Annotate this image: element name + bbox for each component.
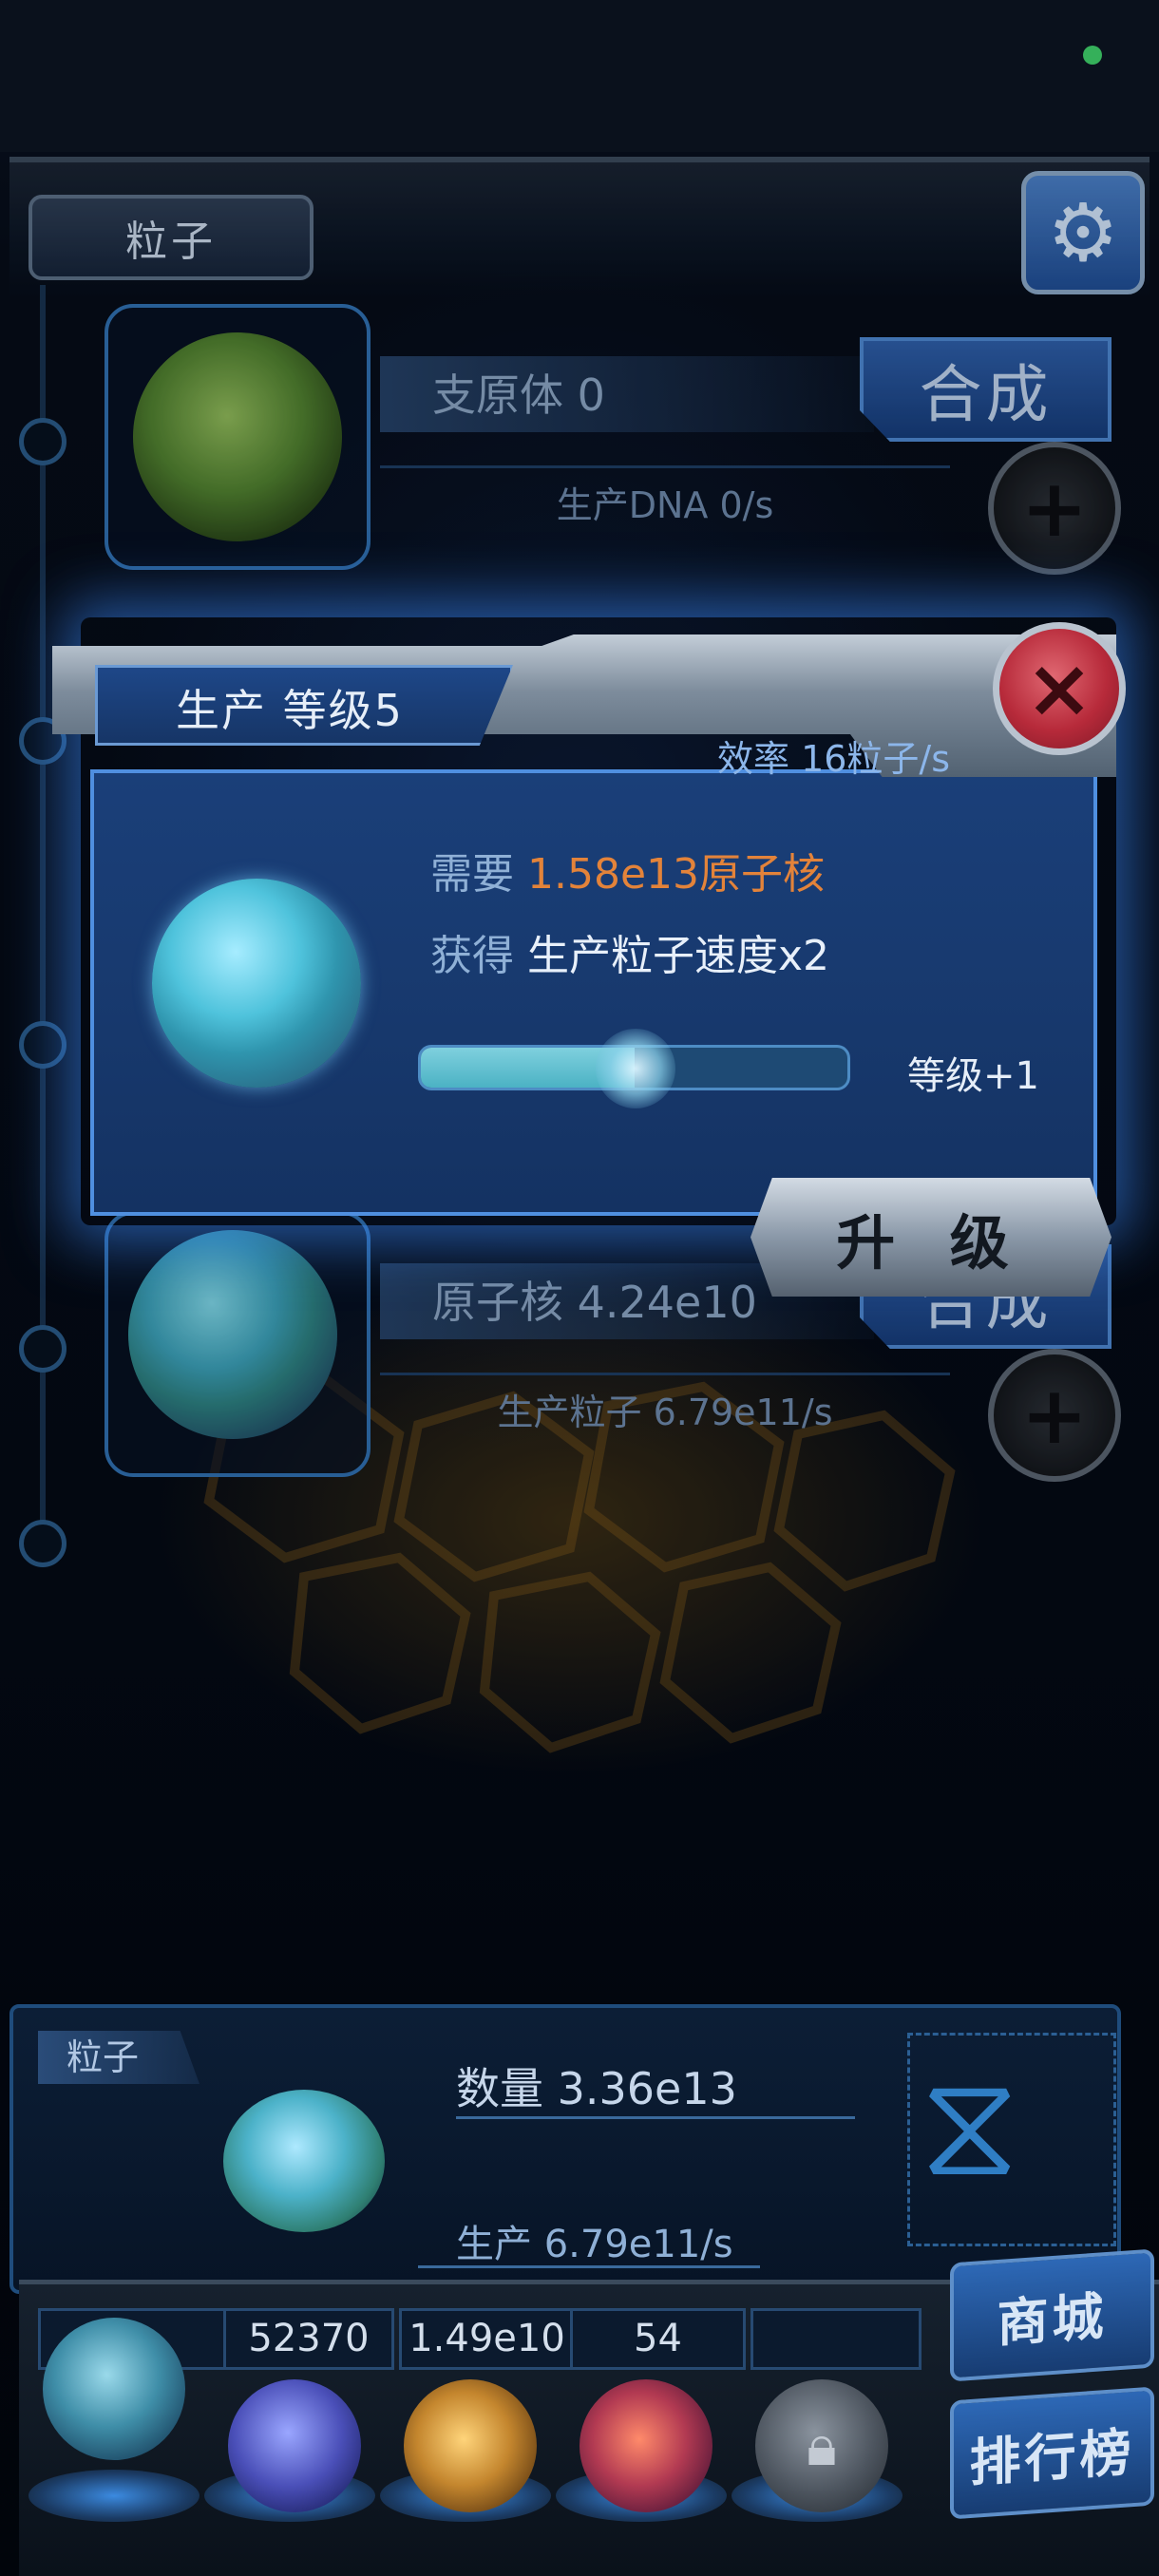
nucleus-orb xyxy=(152,879,361,1088)
close-icon: × xyxy=(1024,641,1094,736)
shop-button[interactable]: 商城 xyxy=(950,2248,1154,2382)
requirement-value: 1.58e13原子核 xyxy=(527,850,826,899)
upgrade-label: 升 级 xyxy=(836,1207,1026,1278)
close-button[interactable]: × xyxy=(993,622,1126,755)
slot-galaxy[interactable] xyxy=(404,2379,537,2512)
slot-pedestal xyxy=(28,2470,200,2522)
particle-count: 数量 3.36e13 xyxy=(456,2063,737,2114)
slider-handle[interactable] xyxy=(596,1029,675,1108)
slot-brain[interactable] xyxy=(580,2379,712,2512)
particle-orb xyxy=(223,2090,385,2232)
modal-title: 生产 等级5 xyxy=(176,685,404,736)
leaderboard-label: 排行榜 xyxy=(969,2421,1135,2494)
upgrade-button[interactable]: 升 级 xyxy=(750,1178,1112,1297)
bottom-tab: 粒子 xyxy=(38,2031,200,2084)
stat-value xyxy=(750,2308,922,2370)
dna-panel: ⧖ xyxy=(907,2033,1116,2246)
efficiency-text: 效率 16粒子/s xyxy=(717,738,951,780)
stat-value: 52370 xyxy=(223,2308,394,2370)
particle-production: 生产 6.79e11/s xyxy=(456,2223,733,2266)
reward-value: 生产粒子速度x2 xyxy=(527,932,830,980)
leaderboard-button[interactable]: 排行榜 xyxy=(950,2386,1154,2520)
requirement-label: 需要 xyxy=(430,850,514,899)
lock-icon: 🔒︎ xyxy=(807,2413,837,2479)
dna-icon: ⧖ xyxy=(920,2043,1020,2208)
divider xyxy=(456,2116,855,2119)
reward-line: 获得 生产粒子速度x2 xyxy=(430,921,829,982)
reward-label: 获得 xyxy=(430,932,514,980)
slot-lightning[interactable] xyxy=(228,2379,361,2512)
slot-locked[interactable]: 🔒︎ xyxy=(755,2379,888,2512)
level-increment: 等级+1 xyxy=(907,1054,1039,1098)
divider xyxy=(418,2265,760,2268)
slot-particle[interactable] xyxy=(43,2318,185,2460)
stat-value: 1.49e10 xyxy=(399,2308,575,2370)
shop-label: 商城 xyxy=(997,2285,1108,2355)
requirement-line: 需要 1.58e13原子核 xyxy=(430,840,825,900)
stat-value: 54 xyxy=(570,2308,746,2370)
